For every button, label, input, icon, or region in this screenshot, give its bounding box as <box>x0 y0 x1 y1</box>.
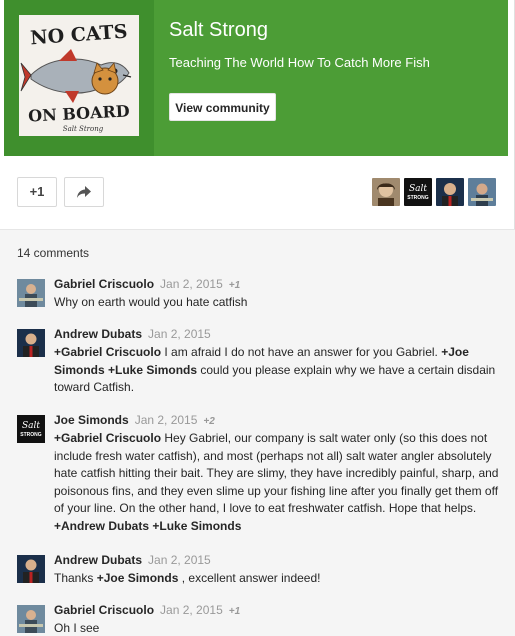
mention-link[interactable]: +Luke Simonds <box>108 363 197 377</box>
comment: Andrew Dubats Jan 2, 2015 Thanks +Joe Sim… <box>17 553 497 589</box>
banner-logo-area: NO CATS ON BOARD Salt Strong <box>4 0 154 156</box>
comment-text: Thanks +Joe Simonds , excellent answer i… <box>54 570 504 588</box>
comment-date[interactable]: Jan 2, 2015 <box>148 327 211 341</box>
community-banner: NO CATS ON BOARD Salt Strong Salt Strong… <box>4 0 508 156</box>
comment-header: Andrew Dubats Jan 2, 2015 <box>54 327 211 341</box>
mention-link[interactable]: +Gabriel Criscuolo <box>54 345 161 359</box>
comment-date[interactable]: Jan 2, 2015 <box>148 553 211 567</box>
comment-text: +Gabriel Criscuolo Hey Gabriel, our comp… <box>54 430 504 535</box>
logo-small-text: Salt Strong <box>63 125 104 133</box>
comment-text: Oh I see <box>54 621 100 635</box>
mention-link[interactable]: +Joe Simonds <box>97 571 179 585</box>
community-logo[interactable]: NO CATS ON BOARD Salt Strong <box>19 15 139 136</box>
avatar-salt-strong[interactable]: Salt STRONG <box>17 415 45 443</box>
comment-date[interactable]: Jan 2, 2015 <box>160 603 223 617</box>
comment-text-part: I am afraid I do not have an answer for … <box>161 345 442 359</box>
comment-header: Gabriel Criscuolo Jan 2, 2015 +1 <box>54 603 240 617</box>
avatar[interactable] <box>372 178 400 206</box>
comment-text-part: , excellent answer indeed! <box>178 571 321 585</box>
avatar[interactable] <box>17 329 45 357</box>
comment: Salt STRONG Joe Simonds Jan 2, 2015 +2 +Gab… <box>17 413 498 538</box>
avatar[interactable] <box>468 178 496 206</box>
comment-header: Gabriel Criscuolo Jan 2, 2015 +1 <box>54 277 240 291</box>
comments-count[interactable]: 14 comments <box>17 246 89 260</box>
comment-author[interactable]: Andrew Dubats <box>54 327 142 341</box>
share-arrow-icon <box>77 186 91 198</box>
comment-author[interactable]: Gabriel Criscuolo <box>54 603 154 617</box>
comment: Gabriel Criscuolo Jan 2, 2015 +1 Oh I see <box>17 603 497 636</box>
comment-plus-count[interactable]: +1 <box>229 606 240 617</box>
avatar[interactable] <box>436 178 464 206</box>
community-tagline: Teaching The World How To Catch More Fis… <box>169 55 430 70</box>
comment-date[interactable]: Jan 2, 2015 <box>160 277 223 291</box>
view-community-button[interactable]: View community <box>169 93 276 121</box>
comment-header: Andrew Dubats Jan 2, 2015 <box>54 553 211 567</box>
avatar[interactable] <box>17 279 45 307</box>
share-button[interactable] <box>64 177 104 207</box>
plusoners-avatars: Salt STRONG <box>372 178 496 206</box>
comment-text-part: Thanks <box>54 571 97 585</box>
post-actions: +1 Salt STRONG <box>0 170 515 214</box>
comment-text: Why on earth would you hate catfish <box>54 295 248 309</box>
comment-text: +Gabriel Criscuolo I am afraid I do not … <box>54 344 504 397</box>
salt-logo-top: Salt <box>409 184 427 194</box>
comment-date[interactable]: Jan 2, 2015 <box>135 413 198 427</box>
post-card: NO CATS ON BOARD Salt Strong Salt Strong… <box>0 0 515 240</box>
comment: Andrew Dubats Jan 2, 2015 +Gabriel Criscu… <box>17 327 497 399</box>
comments-section: 14 comments Gabriel Criscuolo Jan 2, 2015… <box>0 229 515 636</box>
comment-plus-count[interactable]: +2 <box>203 416 214 427</box>
comment-header: Joe Simonds Jan 2, 2015 +2 <box>54 413 215 427</box>
salt-logo-top: Salt <box>22 421 40 431</box>
comment-author[interactable]: Andrew Dubats <box>54 553 142 567</box>
mention-link[interactable]: +Andrew Dubats <box>54 519 149 533</box>
community-name[interactable]: Salt Strong <box>169 19 268 42</box>
avatar[interactable] <box>17 555 45 583</box>
mention-link[interactable]: +Luke Simonds <box>152 519 241 533</box>
comment: Gabriel Criscuolo Jan 2, 2015 +1 Why on ea… <box>17 277 497 313</box>
avatar[interactable] <box>17 605 45 633</box>
comment-author[interactable]: Gabriel Criscuolo <box>54 277 154 291</box>
comment-plus-count[interactable]: +1 <box>229 280 240 291</box>
avatar-salt-strong[interactable]: Salt STRONG <box>404 178 432 206</box>
salt-logo-bottom: STRONG <box>20 432 42 438</box>
comment-author[interactable]: Joe Simonds <box>54 413 129 427</box>
salt-logo-bottom: STRONG <box>407 195 429 201</box>
plus-one-button[interactable]: +1 <box>17 177 57 207</box>
mention-link[interactable]: +Gabriel Criscuolo <box>54 431 161 445</box>
